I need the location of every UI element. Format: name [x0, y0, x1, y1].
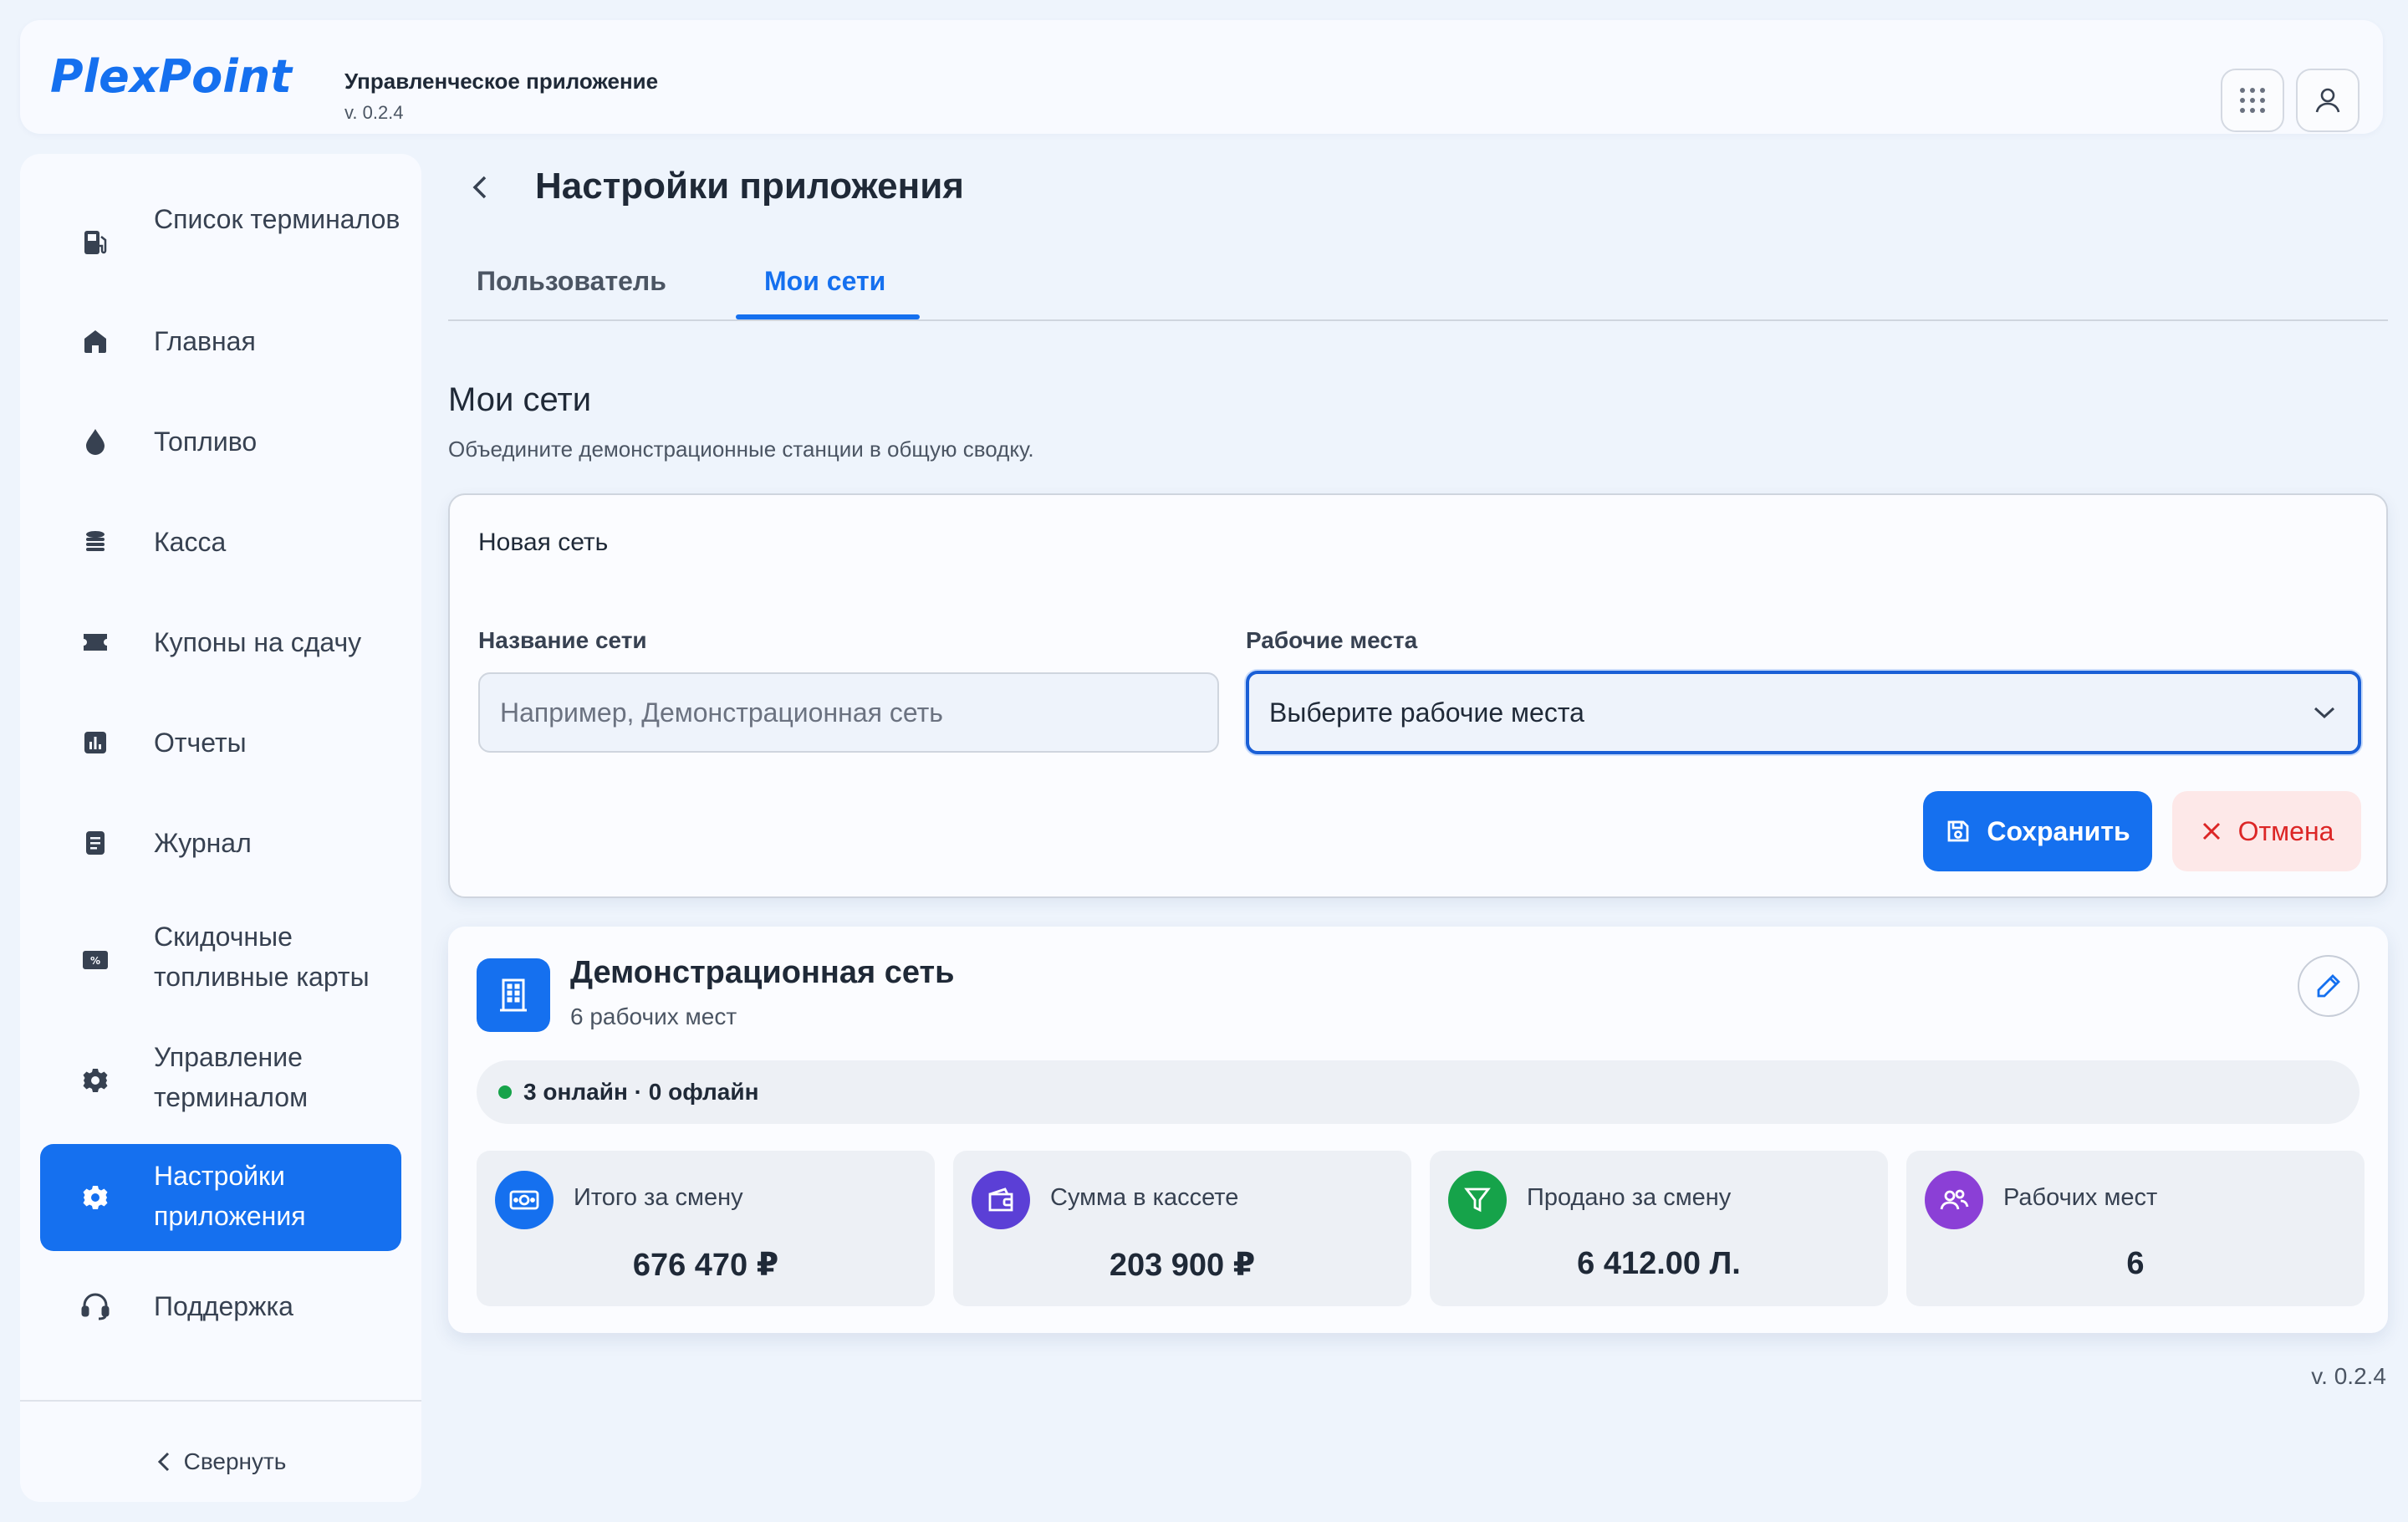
- sidebar-item-label: Журнал: [154, 828, 252, 858]
- plexpoint-logo[interactable]: PlexPoint: [50, 45, 301, 112]
- apps-grid-icon: [2240, 88, 2265, 113]
- tabs: Пользователь Мои сети: [448, 258, 2388, 321]
- pencil-icon: [2317, 974, 2340, 998]
- stat-label: Сумма в кассете: [1050, 1184, 1239, 1211]
- document-icon: [80, 828, 110, 858]
- gear-icon: [80, 1065, 110, 1096]
- sidebar-item-label: Отчеты: [154, 728, 247, 758]
- sidebar-item-label: Топливо: [154, 426, 258, 457]
- network-card: Демонстрационная сеть 6 рабочих мест 3 о…: [448, 927, 2388, 1333]
- cancel-button[interactable]: Отмена: [2172, 791, 2361, 871]
- active-tab-indicator: [736, 314, 920, 319]
- sidebar-item-support[interactable]: Поддержка: [40, 1279, 401, 1333]
- cancel-label: Отмена: [2237, 815, 2334, 846]
- page-title: Настройки приложения: [535, 166, 964, 207]
- stat-card-workplaces: Рабочих мест 6: [1906, 1151, 2365, 1306]
- sidebar-item-fuel[interactable]: Топливо: [40, 415, 401, 468]
- stat-label: Рабочих мест: [2003, 1184, 2158, 1211]
- chevron-left-icon: [472, 176, 487, 199]
- svg-text:%: %: [90, 955, 100, 967]
- ticket-icon: [80, 627, 110, 657]
- footer-version: v. 0.2.4: [2311, 1363, 2386, 1389]
- building-icon: [477, 958, 550, 1032]
- sidebar-item-terminal-management[interactable]: Управление терминалом: [40, 1032, 401, 1129]
- home-icon: [80, 326, 110, 356]
- workplaces-select-value: Выберите рабочие места: [1269, 697, 1584, 728]
- close-icon: [2202, 822, 2220, 840]
- funnel-icon: [1448, 1171, 1507, 1229]
- user-profile-button[interactable]: [2296, 69, 2360, 132]
- app-version: v. 0.2.4: [344, 102, 404, 123]
- network-name-label: Название сети: [478, 627, 647, 653]
- sidebar-item-app-settings[interactable]: Настройки приложения: [40, 1144, 401, 1251]
- network-name: Демонстрационная сеть: [570, 955, 955, 990]
- stat-card-cassette-sum: Сумма в кассете 203 900 ₽: [953, 1151, 1411, 1306]
- stat-value: 203 900 ₽: [1109, 1248, 1256, 1283]
- collapse-label: Свернуть: [183, 1448, 287, 1474]
- apps-grid-button[interactable]: [2221, 69, 2284, 132]
- tab-my-networks[interactable]: Мои сети: [764, 266, 885, 297]
- sidebar-item-coupons[interactable]: Купоны на сдачу: [40, 615, 401, 669]
- save-icon: [1947, 820, 1969, 842]
- sidebar-item-label: Купоны на сдачу: [154, 627, 362, 657]
- coins-stack-icon: [80, 527, 110, 557]
- chevron-left-icon: [157, 1452, 169, 1472]
- collapse-sidebar-button[interactable]: Свернуть: [20, 1437, 421, 1487]
- sidebar-item-label: Поддержка: [154, 1291, 293, 1321]
- bar-chart-icon: [80, 728, 110, 758]
- network-status-text: 3 онлайн · 0 офлайн: [523, 1079, 759, 1105]
- users-icon: [1925, 1171, 1983, 1229]
- sidebar-item-journal[interactable]: Журнал: [40, 816, 401, 870]
- sidebar-item-cash[interactable]: Касса: [40, 515, 401, 569]
- stat-label: Итого за смену: [574, 1184, 743, 1211]
- wallet-icon: [972, 1171, 1030, 1229]
- sidebar: Список терминалов Главная Топливо Касса …: [20, 154, 421, 1502]
- stat-value: 6: [2126, 1246, 2145, 1281]
- drop-icon: [80, 426, 110, 457]
- svg-text:PlexPoint: PlexPoint: [50, 50, 293, 103]
- section-subtitle: Объедините демонстрационные станции в об…: [448, 437, 1034, 462]
- sidebar-item-label: Главная: [154, 326, 256, 356]
- sidebar-item-home[interactable]: Главная: [40, 314, 401, 368]
- network-name-input[interactable]: [478, 672, 1219, 753]
- cash-icon: [495, 1171, 554, 1229]
- stat-card-sold-per-shift: Продано за смену 6 412.00 Л.: [1430, 1151, 1888, 1306]
- network-status-bar: 3 онлайн · 0 офлайн: [477, 1060, 2360, 1124]
- chevron-down-icon: [2314, 707, 2335, 719]
- sidebar-item-discount-cards[interactable]: % Скидочные топливные карты: [40, 912, 401, 1009]
- save-button[interactable]: Сохранить: [1923, 791, 2152, 871]
- user-icon: [2315, 88, 2340, 113]
- sidebar-divider: [20, 1400, 421, 1402]
- stat-card-shift-total: Итого за смену 676 470 ₽: [477, 1151, 935, 1306]
- gear-icon: [80, 1182, 110, 1213]
- fuel-pump-icon: [80, 227, 110, 258]
- network-workplaces-count: 6 рабочих мест: [570, 1004, 737, 1029]
- save-label: Сохранить: [1987, 815, 2130, 846]
- stat-value: 6 412.00 Л.: [1577, 1246, 1741, 1281]
- edit-network-button[interactable]: [2298, 955, 2360, 1017]
- stat-label: Продано за смену: [1527, 1184, 1732, 1211]
- new-network-title: Новая сеть: [478, 529, 609, 556]
- workplaces-select[interactable]: Выберите рабочие места: [1246, 671, 2361, 754]
- headset-icon: [80, 1291, 110, 1321]
- sidebar-item-label: Скидочные топливные карты: [154, 922, 370, 992]
- sidebar-item-label: Касса: [154, 527, 227, 557]
- tab-user[interactable]: Пользователь: [477, 266, 666, 297]
- app-title: Управленческое приложение: [344, 69, 659, 94]
- online-status-dot: [498, 1085, 512, 1099]
- new-network-form: Новая сеть Название сети Рабочие места В…: [448, 493, 2388, 898]
- stat-value: 676 470 ₽: [632, 1248, 779, 1283]
- sidebar-item-reports[interactable]: Отчеты: [40, 716, 401, 769]
- app-header: PlexPoint Управленческое приложение v. 0…: [20, 20, 2383, 134]
- discount-card-icon: %: [80, 945, 110, 975]
- section-title: Мои сети: [448, 381, 592, 418]
- sidebar-item-label: Список терминалов: [154, 204, 400, 234]
- back-button[interactable]: [463, 164, 497, 211]
- sidebar-item-label: Управление терминалом: [154, 1042, 309, 1112]
- sidebar-item-terminals[interactable]: Список терминалов: [40, 194, 401, 291]
- workplaces-label: Рабочие места: [1246, 627, 1418, 653]
- sidebar-item-label: Настройки приложения: [154, 1161, 306, 1231]
